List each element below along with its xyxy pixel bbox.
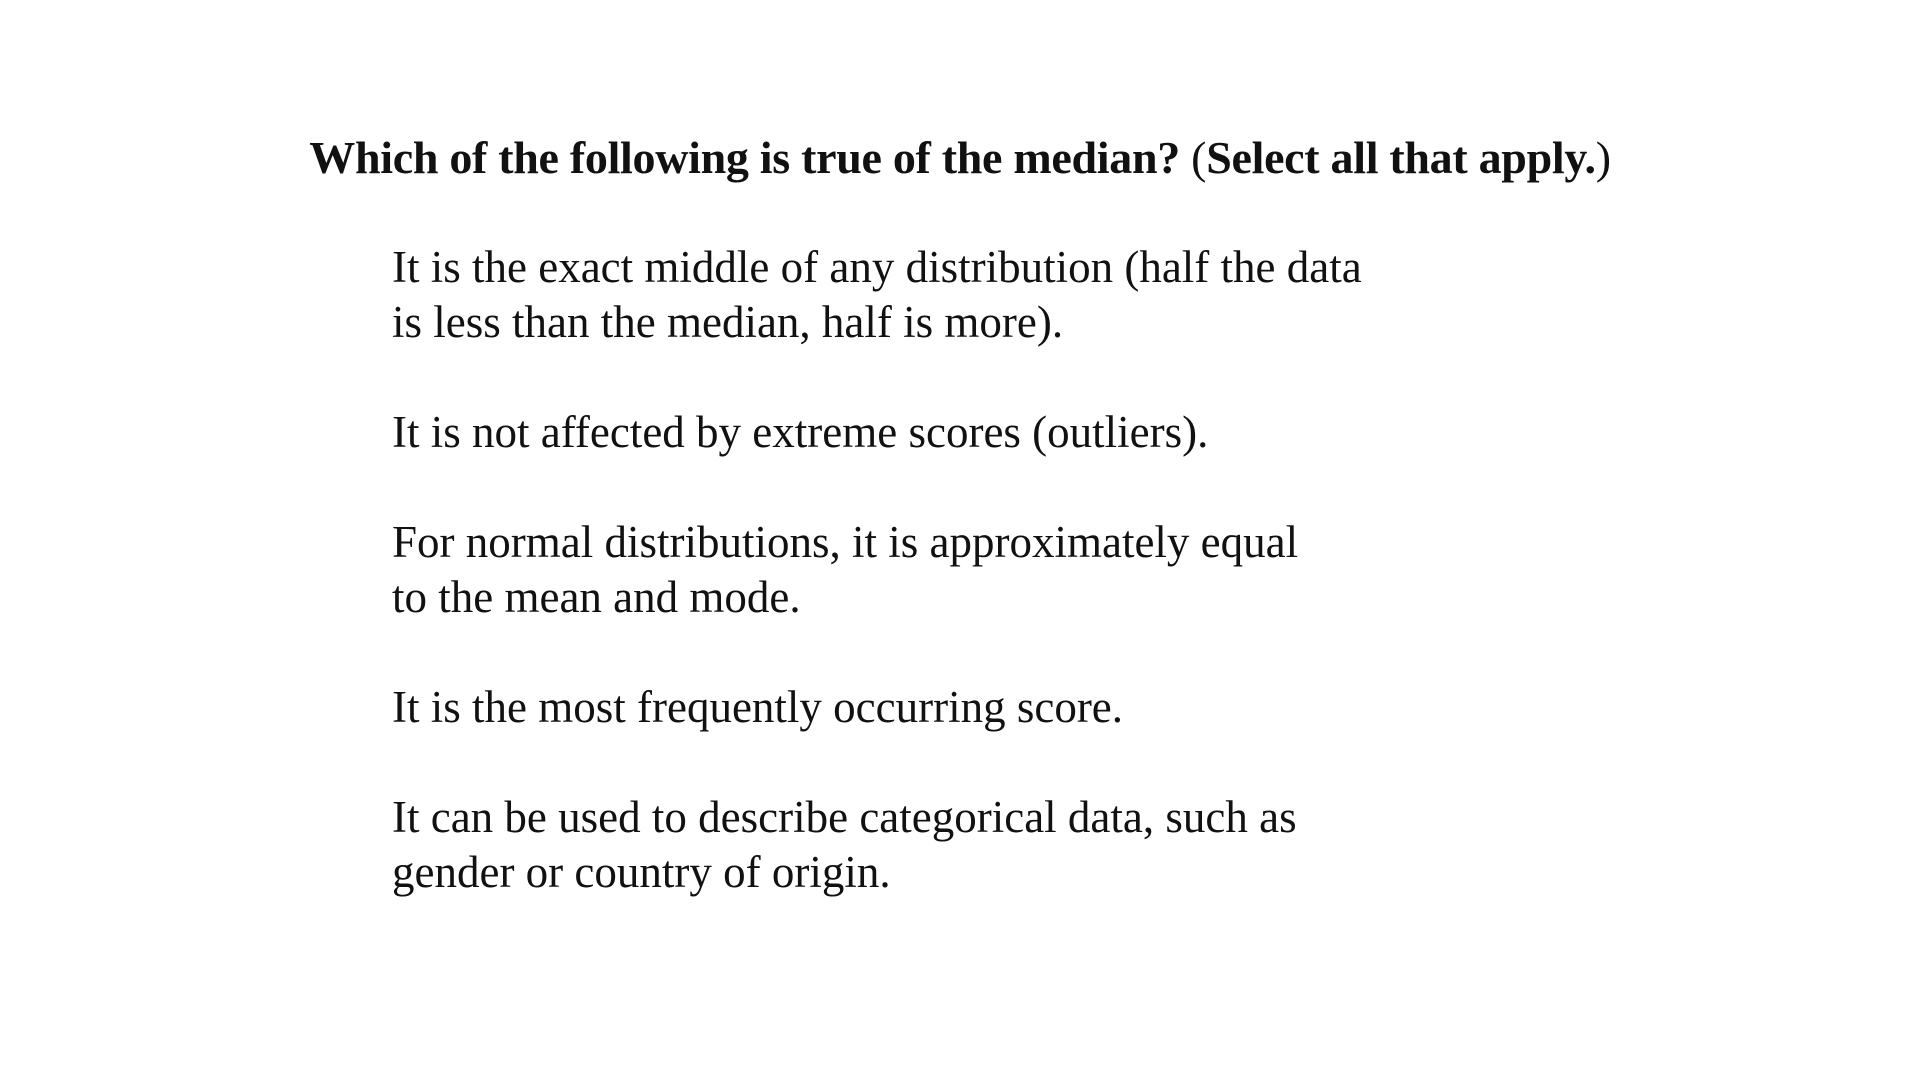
slide: Which of the following is true of the me…: [0, 0, 1920, 1080]
question-text: Which of the following is true of the me…: [309, 132, 1192, 183]
question-paren-open: (: [1191, 132, 1207, 183]
answer-option-exact-middle[interactable]: It is the exact middle of any distributi…: [392, 240, 1592, 350]
question-selection-hint: Select all that apply.: [1206, 132, 1596, 183]
question-title: Which of the following is true of the me…: [0, 130, 1920, 186]
answer-option-not-affected-by-outliers[interactable]: It is not affected by extreme scores (ou…: [392, 405, 1592, 460]
question-paren-close: ): [1595, 132, 1611, 183]
answer-options: It is the exact middle of any distributi…: [392, 240, 1592, 900]
answer-option-categorical-data[interactable]: It can be used to describe categorical d…: [392, 790, 1592, 900]
answer-option-most-frequent[interactable]: It is the most frequently occurring scor…: [392, 680, 1592, 735]
answer-option-equal-mean-mode[interactable]: For normal distributions, it is approxim…: [392, 515, 1592, 625]
